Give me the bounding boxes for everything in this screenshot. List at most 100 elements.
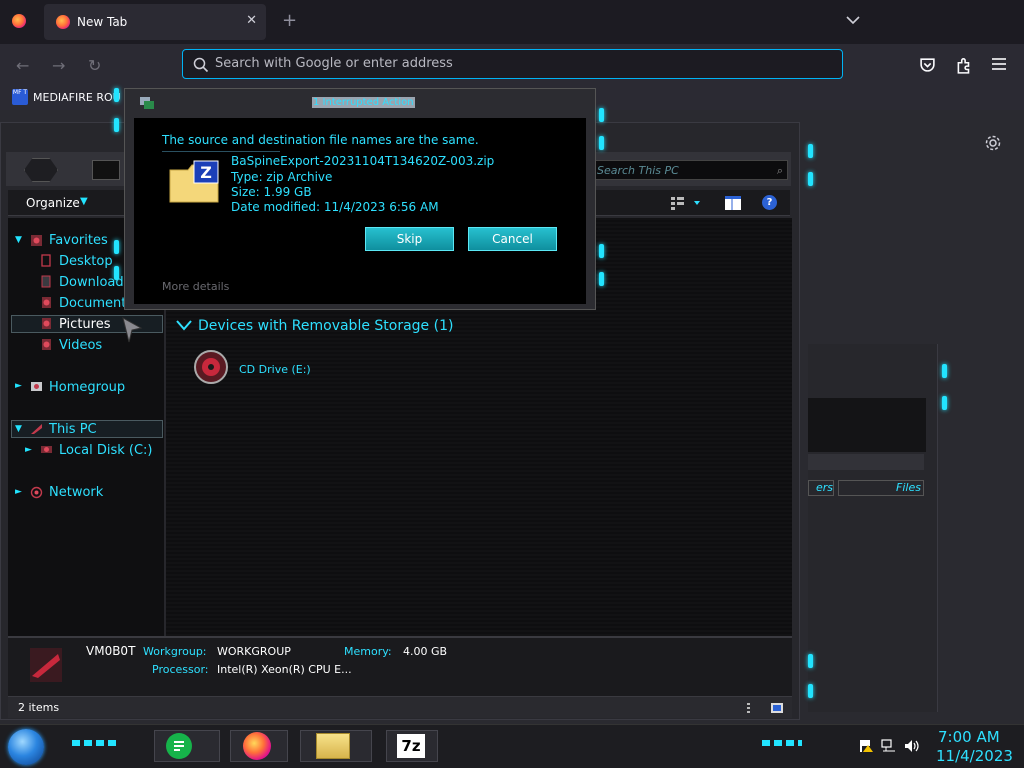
nav-favorites[interactable]: Favorites xyxy=(49,233,108,248)
file-explorer-icon xyxy=(316,733,350,759)
network-icon xyxy=(30,486,43,499)
menu-hamburger-icon[interactable] xyxy=(991,57,1007,71)
processor-label: Processor: xyxy=(152,663,209,676)
address-segment[interactable] xyxy=(92,160,120,180)
address-input[interactable] xyxy=(215,56,815,71)
back-arrow-icon[interactable]: ← xyxy=(16,56,29,75)
large-icons-view-icon[interactable] xyxy=(770,701,784,715)
led-accent xyxy=(599,108,604,122)
change-view-icon[interactable] xyxy=(670,195,702,211)
file-date-modified: Date modified: 11/4/2023 6:56 AM xyxy=(231,200,439,214)
led-accent xyxy=(599,136,604,150)
led-accent xyxy=(114,240,119,254)
led-accent xyxy=(114,118,119,132)
action-center-flag-icon[interactable] xyxy=(858,739,874,753)
nav-this-pc[interactable]: This PC xyxy=(49,422,97,437)
pocket-icon[interactable] xyxy=(919,56,936,73)
nav-network[interactable]: Network xyxy=(49,485,103,500)
led-accent xyxy=(114,266,119,280)
expand-arrow-icon[interactable]: ► xyxy=(15,487,22,497)
gear-icon[interactable] xyxy=(984,134,1002,152)
firefox-view-icon[interactable] xyxy=(12,14,26,28)
clock-date[interactable]: 11/4/2023 xyxy=(936,747,1013,765)
tab-new-tab[interactable]: New Tab ✕ xyxy=(44,4,266,40)
file-type: Type: zip Archive xyxy=(231,170,333,184)
new-tab-plus-icon[interactable]: + xyxy=(282,10,297,31)
computer-thumbnail-icon xyxy=(30,648,62,682)
browser-nav-bar: ← → ↻ xyxy=(0,44,1024,86)
column-header-files[interactable]: Files xyxy=(838,480,924,496)
copy-files-icon xyxy=(140,97,154,109)
svg-text:Z: Z xyxy=(200,163,212,182)
reload-icon[interactable]: ↻ xyxy=(88,56,101,75)
workgroup-value: WORKGROUP xyxy=(217,645,291,658)
forward-arrow-icon[interactable]: → xyxy=(52,56,65,75)
cd-drive-label[interactable]: CD Drive (E:) xyxy=(239,363,311,376)
pc-name: VM0B0T xyxy=(86,644,136,658)
browser-tab-bar: New Tab ✕ + xyxy=(0,0,1024,44)
dialog-message: The source and destination file names ar… xyxy=(162,133,479,147)
nav-downloads[interactable]: Downloads xyxy=(59,275,130,290)
firefox-icon xyxy=(56,15,70,29)
led-accent xyxy=(808,684,813,698)
led-accent xyxy=(72,740,116,746)
network-tray-icon[interactable] xyxy=(881,739,897,753)
chevron-down-icon[interactable] xyxy=(845,12,861,28)
this-pc-icon xyxy=(31,424,42,434)
clock-time[interactable]: 7:00 AM xyxy=(938,728,1000,746)
group-collapse-chevron-icon[interactable] xyxy=(176,318,192,332)
nav-videos[interactable]: Videos xyxy=(59,338,102,353)
dialog-title: 1 Interrupted Action xyxy=(312,97,415,108)
expand-arrow-icon[interactable]: ► xyxy=(25,445,32,455)
start-button[interactable] xyxy=(8,729,44,765)
group-header-removable-storage[interactable]: Devices with Removable Storage (1) xyxy=(198,318,453,334)
nav-pictures[interactable]: Pictures xyxy=(59,317,110,332)
nav-documents[interactable]: Documents xyxy=(59,296,133,311)
led-accent xyxy=(599,272,604,286)
processor-value: Intel(R) Xeon(R) CPU E... xyxy=(217,663,352,676)
mediafire-bookmark-icon: MF T xyxy=(12,89,28,105)
local-disk-icon xyxy=(41,446,52,453)
downloads-icon xyxy=(41,275,51,288)
pictures-icon xyxy=(42,318,51,329)
column-header[interactable]: ers xyxy=(808,480,834,496)
videos-icon xyxy=(42,339,51,350)
notes-app-icon xyxy=(166,733,192,759)
led-accent xyxy=(942,364,947,378)
desktop-icon xyxy=(41,254,51,267)
organize-button[interactable]: Organize xyxy=(26,196,80,210)
preview-pane-icon[interactable] xyxy=(724,194,742,212)
file-name: BaSpineExport-20231104T134620Z-003.zip xyxy=(231,154,495,168)
volume-icon[interactable] xyxy=(904,739,920,753)
close-icon[interactable]: ✕ xyxy=(246,13,257,28)
help-icon[interactable]: ? xyxy=(762,195,777,210)
nav-local-disk[interactable]: Local Disk (C:) xyxy=(59,443,152,458)
skip-button[interactable]: Skip xyxy=(365,227,454,251)
homegroup-icon xyxy=(31,382,42,391)
background-window-combo[interactable] xyxy=(808,454,924,470)
nav-desktop[interactable]: Desktop xyxy=(59,254,113,269)
status-bar: 2 items xyxy=(8,696,792,718)
bookmark-mediafire[interactable]: MEDIAFIRE ROU xyxy=(33,91,121,104)
led-accent xyxy=(942,396,947,410)
address-bar[interactable] xyxy=(182,49,843,79)
tab-title: New Tab xyxy=(77,15,128,29)
memory-label: Memory: xyxy=(344,645,392,658)
more-details-toggle[interactable]: More details xyxy=(162,280,229,293)
led-accent xyxy=(808,654,813,668)
documents-icon xyxy=(42,297,51,308)
zip-archive-icon: Z xyxy=(169,160,219,203)
details-view-icon[interactable] xyxy=(746,701,760,715)
extensions-puzzle-icon[interactable] xyxy=(955,56,973,74)
cancel-button[interactable]: Cancel xyxy=(468,227,557,251)
caret-down-icon: ▼ xyxy=(80,196,88,207)
background-window-pane xyxy=(808,398,926,452)
led-accent xyxy=(599,244,604,258)
expand-arrow-icon[interactable]: ▼ xyxy=(15,235,22,245)
nav-homegroup[interactable]: Homegroup xyxy=(49,380,125,395)
cd-drive-icon[interactable] xyxy=(192,349,230,385)
expand-arrow-icon[interactable]: ► xyxy=(15,381,22,391)
item-count: 2 items xyxy=(18,701,60,714)
explorer-search-box[interactable]: Search This PC ⌕ xyxy=(592,160,788,180)
expand-arrow-icon[interactable]: ▼ xyxy=(15,424,22,434)
